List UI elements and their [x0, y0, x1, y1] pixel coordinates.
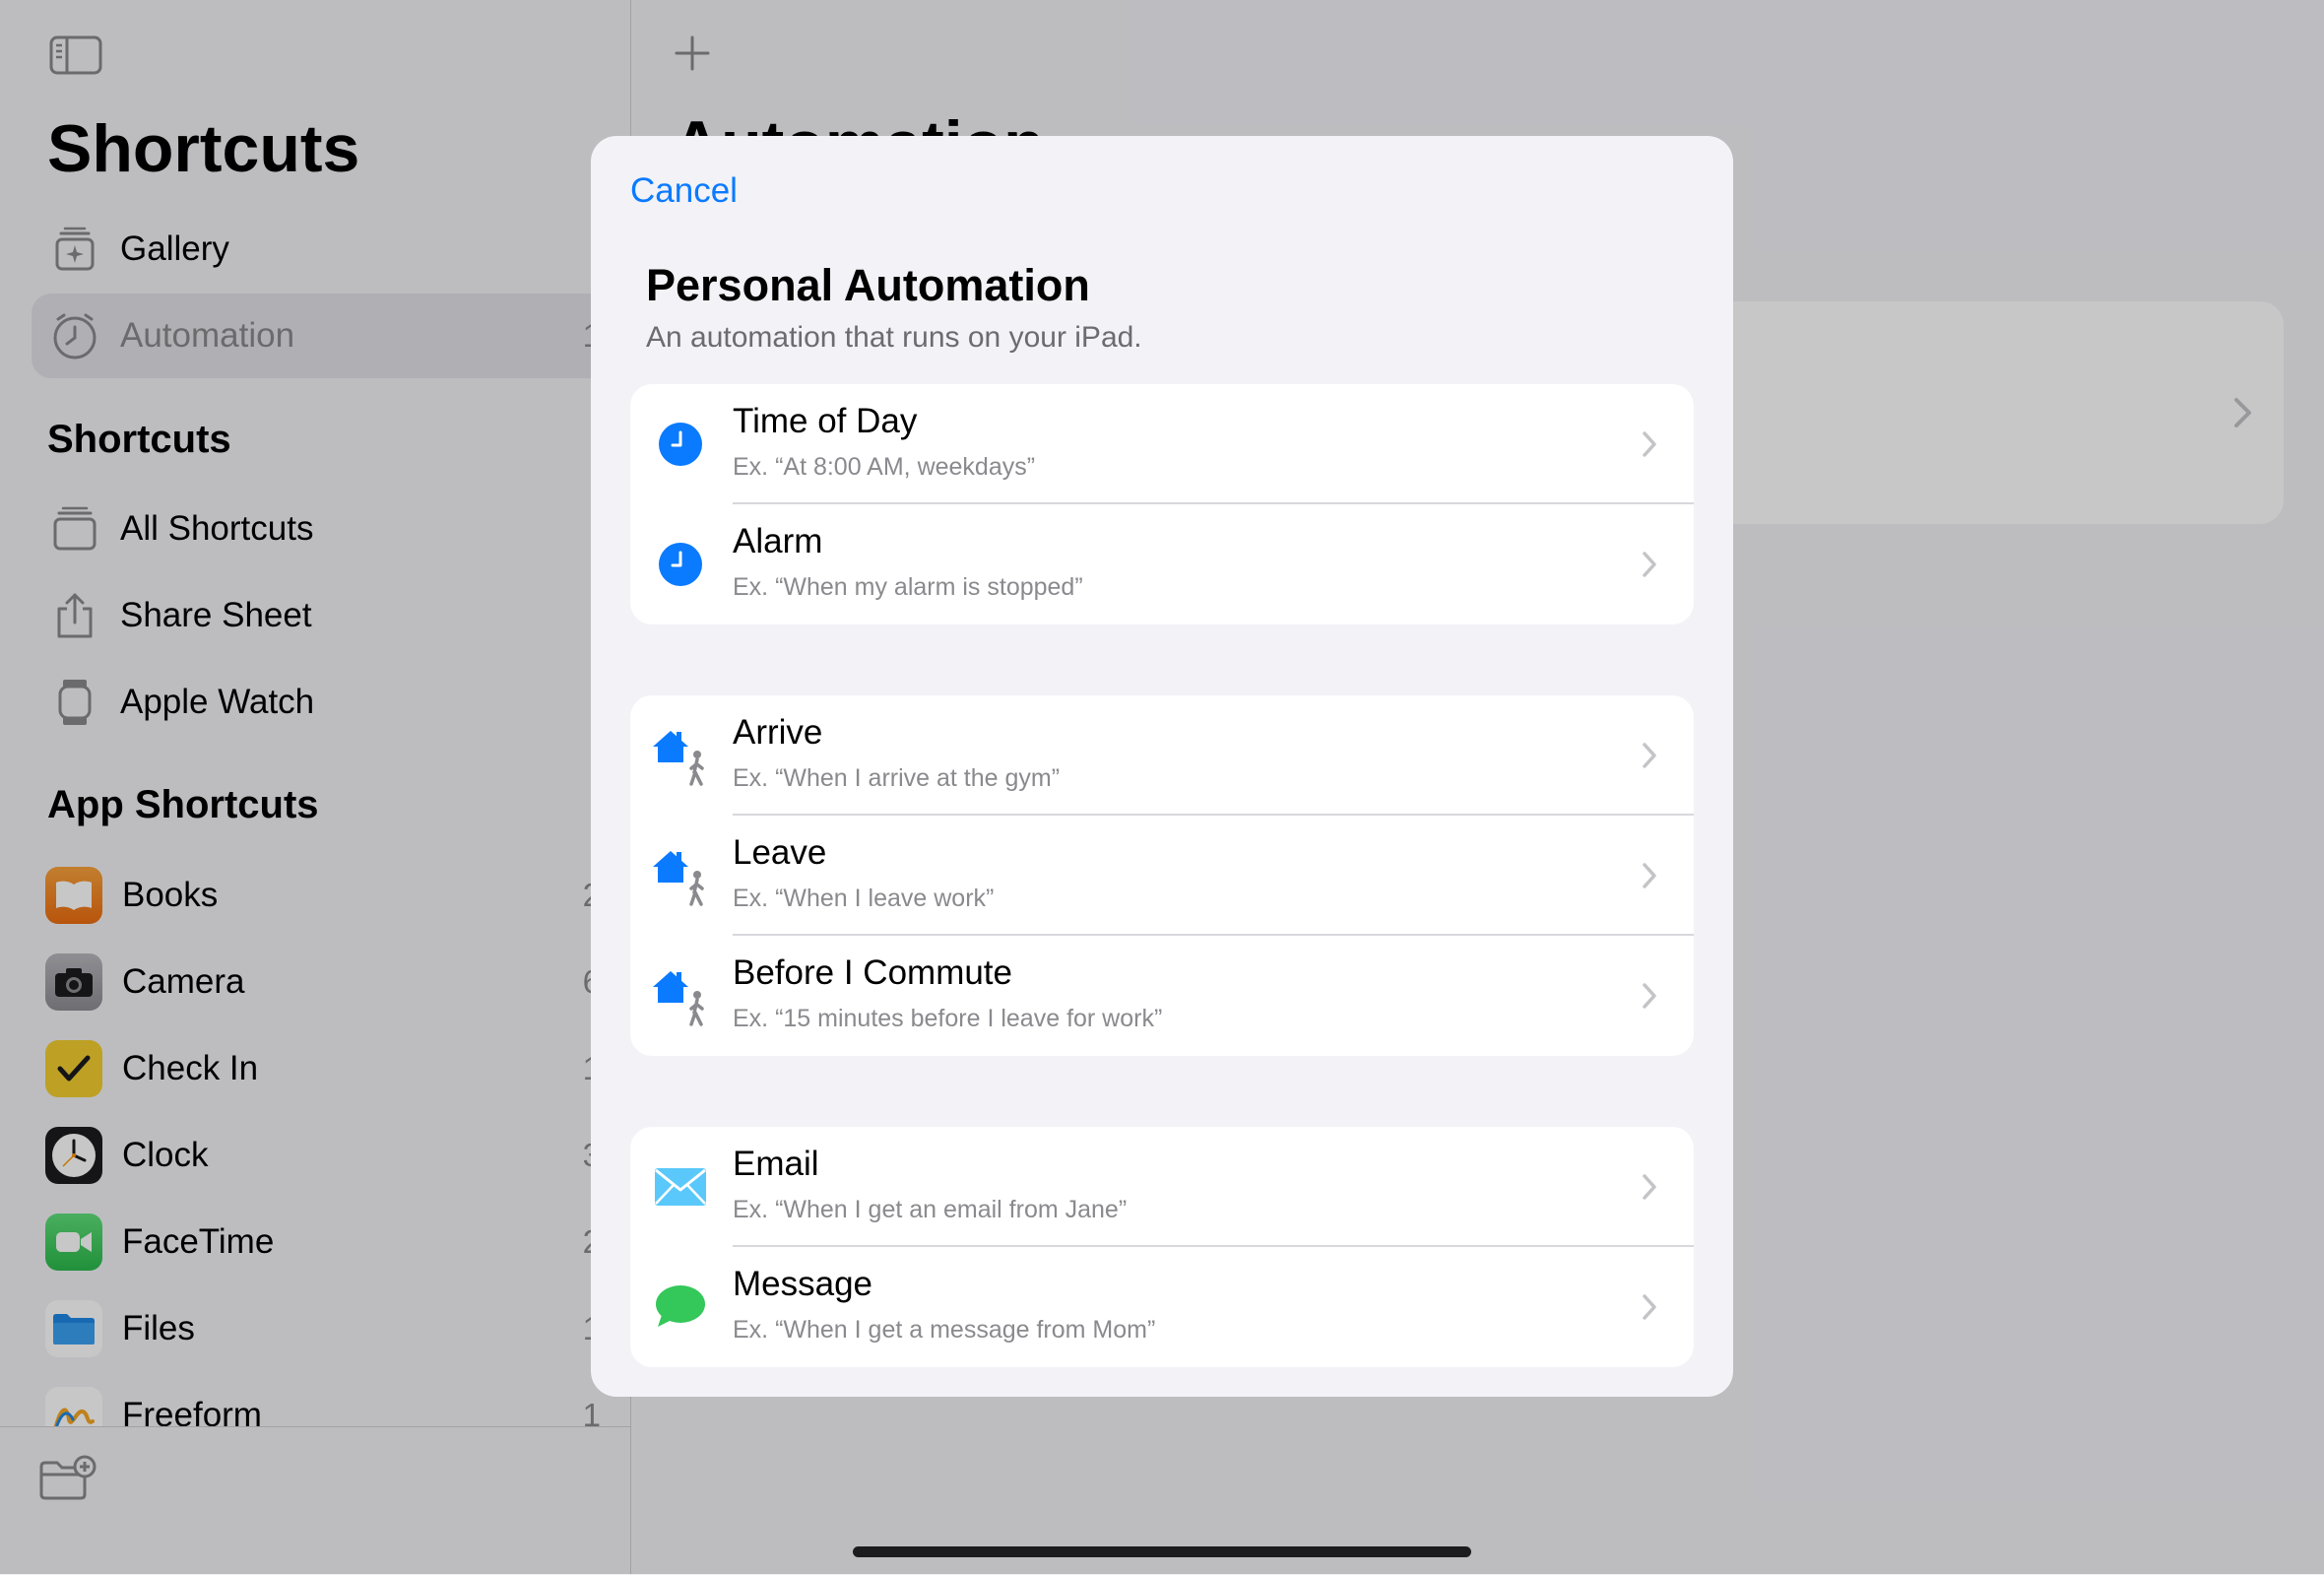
clock-icon — [650, 414, 711, 475]
row-subtitle: Ex. “When I leave work” — [733, 885, 995, 912]
row-subtitle: Ex. “When I get a message from Mom” — [733, 1316, 1156, 1344]
trigger-row-leave[interactable]: Leave Ex. “When I leave work” — [630, 816, 1694, 936]
row-title: Alarm — [733, 522, 823, 560]
row-title: Message — [733, 1265, 873, 1303]
chevron-right-icon — [1641, 741, 1658, 770]
message-icon — [650, 1277, 711, 1338]
chevron-right-icon — [1641, 981, 1658, 1011]
trigger-row-alarm[interactable]: Alarm Ex. “When my alarm is stopped” — [630, 504, 1694, 624]
chevron-right-icon — [1641, 1172, 1658, 1202]
trigger-row-arrive[interactable]: Arrive Ex. “When I arrive at the gym” — [630, 695, 1694, 816]
trigger-row-message[interactable]: Message Ex. “When I get a message from M… — [630, 1247, 1694, 1367]
sheet-title: Personal Automation — [646, 260, 1090, 310]
row-subtitle: Ex. “When I arrive at the gym” — [733, 764, 1061, 792]
chevron-right-icon — [1641, 429, 1658, 459]
row-title: Leave — [733, 833, 827, 872]
row-title: Time of Day — [733, 402, 918, 440]
row-subtitle: Ex. “When I get an email from Jane” — [733, 1196, 1128, 1223]
personal-automation-sheet: Cancel Personal Automation An automation… — [591, 136, 1733, 1397]
alarm-icon — [650, 534, 711, 595]
chevron-right-icon — [1641, 550, 1658, 579]
home-walk-icon — [650, 725, 711, 786]
trigger-row-email[interactable]: Email Ex. “When I get an email from Jane… — [630, 1127, 1694, 1247]
row-subtitle: Ex. “15 minutes before I leave for work” — [733, 1005, 1163, 1032]
row-subtitle: Ex. “At 8:00 AM, weekdays” — [733, 453, 1036, 481]
trigger-group-time: Time of Day Ex. “At 8:00 AM, weekdays” A… — [630, 384, 1694, 624]
home-indicator[interactable] — [853, 1546, 1471, 1557]
sheet-subtitle: An automation that runs on your iPad. — [646, 321, 1142, 354]
chevron-right-icon — [1641, 861, 1658, 890]
trigger-group-location: Arrive Ex. “When I arrive at the gym” Le… — [630, 695, 1694, 1056]
home-walk-icon — [650, 965, 711, 1026]
cancel-button[interactable]: Cancel — [630, 171, 738, 211]
trigger-group-communication: Email Ex. “When I get an email from Jane… — [630, 1127, 1694, 1367]
chevron-right-icon — [1641, 1292, 1658, 1322]
row-title: Arrive — [733, 713, 823, 752]
row-title: Email — [733, 1145, 819, 1183]
mail-icon — [650, 1156, 711, 1217]
row-subtitle: Ex. “When my alarm is stopped” — [733, 573, 1083, 601]
trigger-row-before-i-commute[interactable]: Before I Commute Ex. “15 minutes before … — [630, 936, 1694, 1056]
home-walk-icon — [650, 845, 711, 906]
trigger-row-time-of-day[interactable]: Time of Day Ex. “At 8:00 AM, weekdays” — [630, 384, 1694, 504]
row-title: Before I Commute — [733, 953, 1012, 992]
